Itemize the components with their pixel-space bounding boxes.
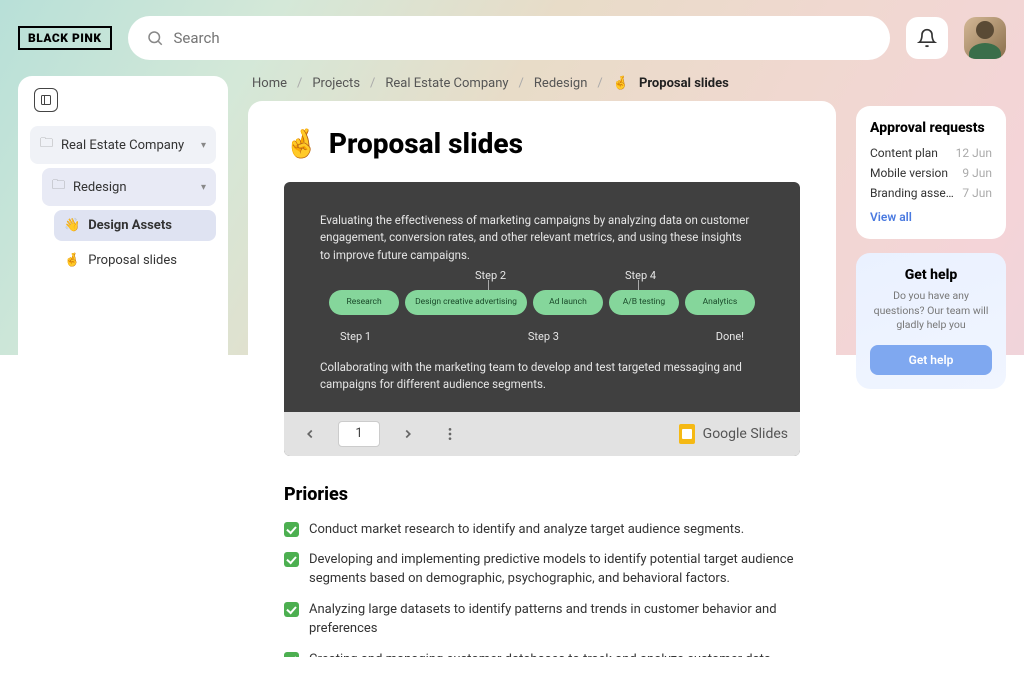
get-help-button[interactable]: Get help xyxy=(870,345,992,375)
approval-requests-card: Approval requests Content plan12 Jun Mob… xyxy=(856,106,1006,239)
steps-diagram: Step 2 Step 4 Research Design creative a… xyxy=(320,290,764,315)
step-pill: Ad launch xyxy=(533,290,603,315)
step-pill: Research xyxy=(329,290,399,315)
slides-embed[interactable]: Evaluating the effectiveness of marketin… xyxy=(284,182,800,456)
breadcrumb-item[interactable]: Real Estate Company xyxy=(385,76,508,91)
get-help-card: Get help Do you have any questions? Our … xyxy=(856,253,1006,389)
sidebar: 🗀 Real Estate Company ▾ 🗀 Redesign ▾ 👋 D… xyxy=(18,76,228,657)
priorities-heading: Priories xyxy=(284,484,800,505)
fingers-crossed-icon: 🤞 xyxy=(284,127,319,160)
wave-icon: 👋 xyxy=(64,218,80,233)
approval-row[interactable]: Branding asse…7 Jun xyxy=(870,186,992,200)
search-input[interactable] xyxy=(174,29,873,47)
approval-row[interactable]: Content plan12 Jun xyxy=(870,146,992,160)
search-icon xyxy=(146,29,164,47)
check-icon xyxy=(284,522,299,537)
sidebar-item-label: Redesign xyxy=(73,180,126,195)
slide-next-button[interactable] xyxy=(394,420,422,448)
brand-logo[interactable]: BLACK PINK xyxy=(18,26,112,50)
sidebar-item-label: Proposal slides xyxy=(88,253,177,268)
slide-text: Collaborating with the marketing team to… xyxy=(320,359,750,394)
folder-icon: 🗀 xyxy=(52,176,65,198)
card-title: Approval requests xyxy=(870,120,992,136)
breadcrumb-current: Proposal slides xyxy=(639,76,729,91)
breadcrumb-item[interactable]: Redesign xyxy=(534,76,587,91)
sidebar-item-label: Design Assets xyxy=(88,218,172,233)
search-bar[interactable] xyxy=(128,16,891,60)
collapse-sidebar-button[interactable] xyxy=(34,88,58,112)
notifications-button[interactable] xyxy=(906,17,948,59)
chevron-right-icon xyxy=(401,427,415,441)
sidebar-item-label: Real Estate Company xyxy=(61,138,184,153)
priority-item: Creating and managing customer databases… xyxy=(284,651,800,657)
sidebar-item-design-assets[interactable]: 👋 Design Assets xyxy=(54,210,216,241)
approval-row[interactable]: Mobile version9 Jun xyxy=(870,166,992,180)
check-icon xyxy=(284,552,299,567)
view-all-link[interactable]: View all xyxy=(870,210,912,224)
check-icon xyxy=(284,602,299,617)
sidebar-item-redesign[interactable]: 🗀 Redesign ▾ xyxy=(42,168,216,206)
breadcrumb-item[interactable]: Projects xyxy=(312,76,360,91)
slides-toolbar: 1 Google Slides xyxy=(284,412,800,456)
fingers-crossed-icon: 🤞 xyxy=(64,253,80,268)
slide-text: Evaluating the effectiveness of marketin… xyxy=(320,212,750,264)
help-subtitle: Do you have any questions? Our team will… xyxy=(870,289,992,333)
help-title: Get help xyxy=(870,267,992,283)
fingers-crossed-icon: 🤞 xyxy=(613,76,629,91)
slides-brand[interactable]: Google Slides xyxy=(679,424,788,444)
folder-icon: 🗀 xyxy=(40,134,53,156)
step-pill: Analytics xyxy=(685,290,755,315)
page-title: 🤞 Proposal slides xyxy=(284,127,800,160)
chevron-down-icon: ▾ xyxy=(201,140,206,151)
more-vertical-icon xyxy=(442,426,458,442)
collapse-icon xyxy=(40,94,52,106)
breadcrumb-item[interactable]: Home xyxy=(252,76,287,91)
breadcrumb: Home/ Projects/ Real Estate Company/ Red… xyxy=(248,76,836,91)
step-pill: Design creative advertising xyxy=(405,290,527,315)
sidebar-item-real-estate-company[interactable]: 🗀 Real Estate Company ▾ xyxy=(30,126,216,164)
check-icon xyxy=(284,652,299,657)
priority-item: Analyzing large datasets to identify pat… xyxy=(284,601,800,639)
google-slides-icon xyxy=(679,424,695,444)
avatar[interactable] xyxy=(964,17,1006,59)
step-pill: A/B testing xyxy=(609,290,679,315)
chevron-down-icon: ▾ xyxy=(201,182,206,193)
priority-item: Developing and implementing predictive m… xyxy=(284,551,800,589)
slide-page-input[interactable]: 1 xyxy=(338,421,380,447)
chevron-left-icon xyxy=(303,427,317,441)
document-pane: 🤞 Proposal slides Evaluating the effecti… xyxy=(248,101,836,657)
sidebar-item-proposal-slides[interactable]: 🤞 Proposal slides xyxy=(54,245,216,276)
slide-menu-button[interactable] xyxy=(436,420,464,448)
priority-item: Conduct market research to identify and … xyxy=(284,521,800,540)
slide-prev-button[interactable] xyxy=(296,420,324,448)
bell-icon xyxy=(917,28,937,48)
